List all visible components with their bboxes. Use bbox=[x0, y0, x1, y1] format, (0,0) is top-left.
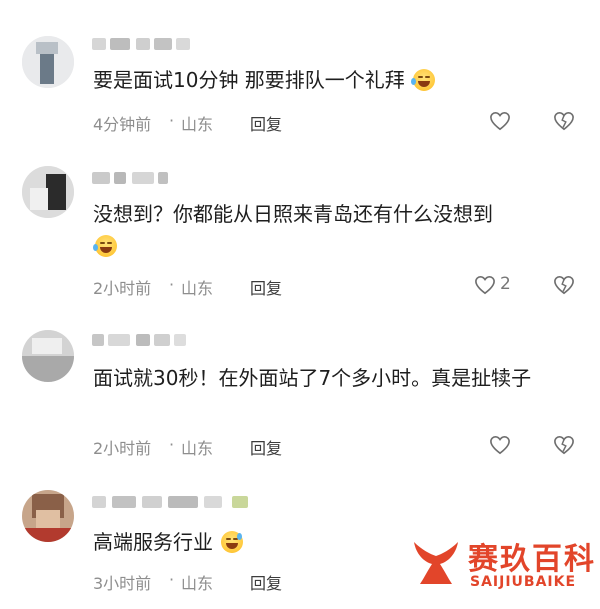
meta-separator: · bbox=[169, 111, 175, 130]
heart-icon[interactable] bbox=[489, 435, 511, 455]
rofl-emoji-icon bbox=[411, 69, 436, 91]
avatar[interactable] bbox=[22, 330, 74, 382]
like-count: 2 bbox=[500, 274, 511, 294]
watermark-title: 赛玖百科 bbox=[468, 542, 596, 577]
dislike-heart-icon[interactable] bbox=[553, 275, 575, 295]
rofl-emoji-icon bbox=[93, 235, 117, 257]
comment-body: 要是面试10分钟 那要排队一个礼拜 bbox=[93, 68, 405, 92]
watermark: 赛玖百科 SAIJIUBAIKE bbox=[408, 528, 596, 604]
reply-button[interactable]: 回复 bbox=[250, 275, 282, 299]
comment-time: 2小时前 bbox=[93, 279, 152, 298]
comment-text: 面试就30秒！在外面站了7个多小时。真是扯犊子 bbox=[93, 362, 563, 394]
comment-body: 面试就30秒！在外面站了7个多小时。真是扯犊子 bbox=[93, 366, 532, 390]
comment-body: 高端服务行业 bbox=[93, 530, 213, 554]
comment-time: 3小时前 bbox=[93, 574, 152, 593]
meta-separator: · bbox=[169, 435, 175, 454]
meta-separator: · bbox=[169, 275, 175, 294]
dislike-heart-icon[interactable] bbox=[553, 435, 575, 455]
heart-icon[interactable] bbox=[489, 111, 511, 131]
comment-location: 山东 bbox=[181, 574, 214, 593]
reply-button[interactable]: 回复 bbox=[250, 111, 282, 135]
fish-tail-logo-icon bbox=[414, 542, 458, 584]
comment-time: 4分钟前 bbox=[93, 115, 152, 134]
dislike-heart-icon[interactable] bbox=[553, 111, 575, 131]
heart-icon[interactable] bbox=[474, 275, 496, 295]
comment-location: 山东 bbox=[181, 115, 214, 134]
meta-separator: · bbox=[169, 570, 175, 589]
comment-time: 2小时前 bbox=[93, 439, 152, 458]
sweat-smile-emoji-icon bbox=[221, 531, 244, 553]
reply-button[interactable]: 回复 bbox=[250, 570, 282, 594]
comment-text: 没想到？你都能从日照来青岛还有什么没想到 bbox=[93, 198, 573, 262]
comment-text: 要是面试10分钟 那要排队一个礼拜 bbox=[93, 64, 573, 96]
comment-location: 山东 bbox=[181, 439, 214, 458]
watermark-subtitle: SAIJIUBAIKE bbox=[470, 574, 577, 590]
comment-body: 没想到？你都能从日照来青岛还有什么没想到 bbox=[93, 202, 493, 226]
reply-button[interactable]: 回复 bbox=[250, 435, 282, 459]
avatar[interactable] bbox=[22, 36, 74, 88]
avatar[interactable] bbox=[22, 490, 74, 542]
avatar[interactable] bbox=[22, 166, 74, 218]
comment-location: 山东 bbox=[181, 279, 214, 298]
